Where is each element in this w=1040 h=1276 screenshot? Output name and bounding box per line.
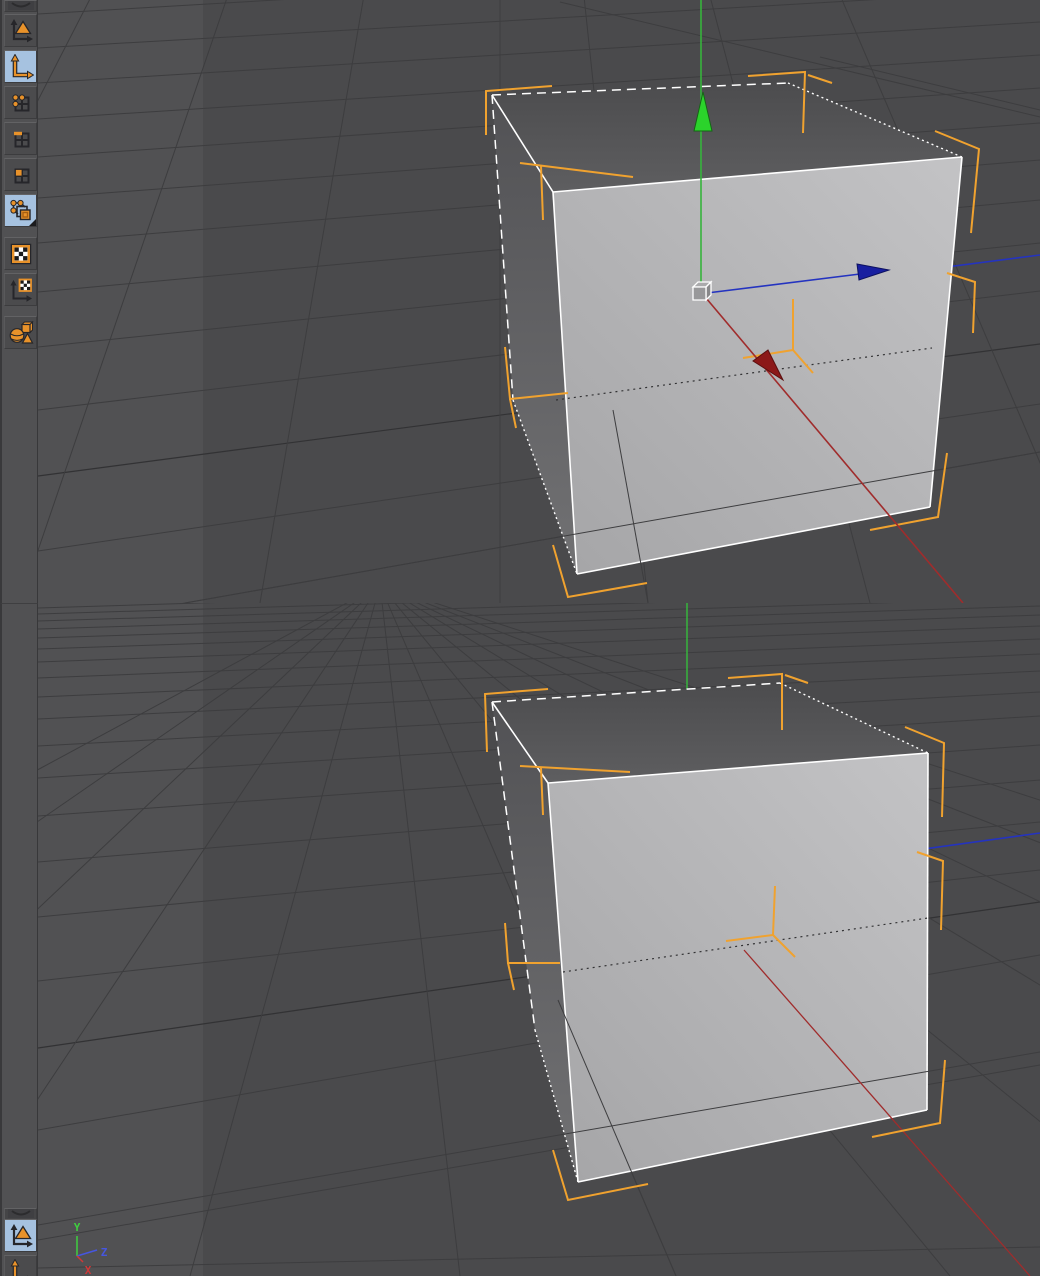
texture-axis-icon <box>8 277 34 303</box>
scene-canvas[interactable]: Y ZX <box>0 0 1040 1276</box>
viewport-canvas-bottom[interactable]: Y ZX <box>0 577 1040 1276</box>
z-axis-label: Z <box>101 1246 108 1259</box>
model-tool-icon <box>8 1223 34 1249</box>
polygons-icon <box>8 162 34 188</box>
viewport-light-band <box>38 603 203 1276</box>
toolbar-item-partial <box>4 0 37 12</box>
cube-front-face[interactable] <box>548 753 928 1182</box>
cube-object[interactable] <box>491 682 929 1183</box>
gizmo-origin-handle[interactable] <box>691 280 713 302</box>
toolbar-item-object-display[interactable] <box>4 316 37 349</box>
toolbar-item-edge-mode[interactable] <box>4 122 37 155</box>
application-window: Y ZX <box>0 0 1040 1276</box>
toolbar-item-object-axis-tool[interactable] <box>4 50 37 83</box>
toolbar-item-point-mode[interactable] <box>4 86 37 119</box>
cube-object[interactable] <box>491 82 963 575</box>
object-axis-icon <box>8 1258 34 1276</box>
toolbar-item-object-axis-tool[interactable] <box>4 1255 37 1276</box>
toolbar-item-texture-axis-mode[interactable] <box>4 273 37 306</box>
points-icon <box>8 90 34 116</box>
viewport-canvas-top[interactable] <box>0 0 1040 629</box>
toolbar-item-texture-mode[interactable] <box>4 237 37 270</box>
x-axis-label: X <box>85 1264 92 1276</box>
edges-icon <box>8 126 34 152</box>
y-axis-label: Y <box>74 1221 81 1234</box>
toolbar-item-polygon-mode[interactable] <box>4 158 37 191</box>
toolbar-item-enable-axis[interactable] <box>4 194 37 227</box>
toolbar-item-model-tool[interactable] <box>4 1219 37 1252</box>
primitives-icon <box>8 320 34 346</box>
viewport-light-band <box>38 0 203 603</box>
mode-toolbar-bottom <box>0 603 38 1276</box>
mode-toolbar-top <box>0 0 38 603</box>
object-axis-icon <box>8 53 34 80</box>
flyout-corner-icon <box>29 219 36 226</box>
texture-icon <box>8 241 34 267</box>
cube-front-face[interactable] <box>553 157 962 574</box>
toolbar-item-model-tool[interactable] <box>4 14 37 47</box>
model-tool-icon <box>8 18 34 44</box>
